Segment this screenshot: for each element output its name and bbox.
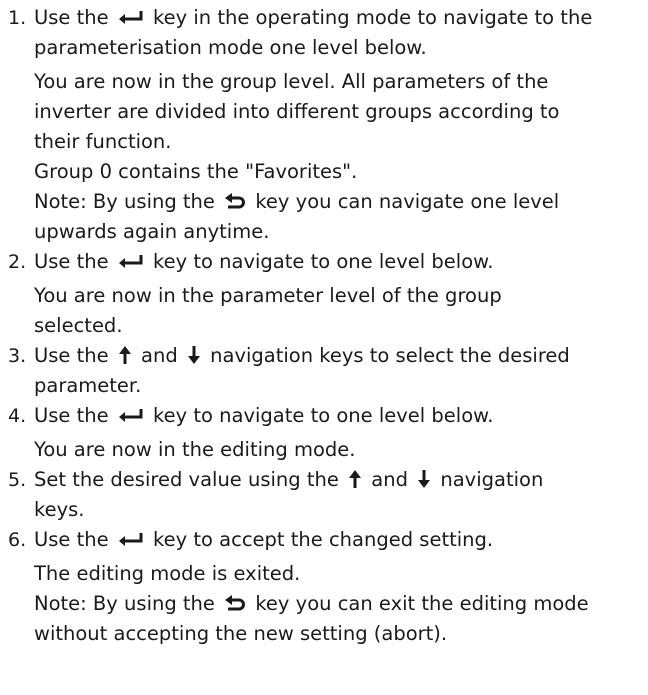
back-icon: [224, 192, 246, 209]
step-detail: You are now in the editing mode.: [8, 435, 640, 465]
back-icon: [224, 594, 246, 611]
up-arrow-icon: [348, 469, 362, 488]
step-detail: You are now in the group level. All para…: [8, 67, 640, 157]
step-text: parameter.: [34, 374, 142, 397]
detail-text: selected.: [34, 314, 123, 337]
step-detail: The editing mode is exited.: [8, 559, 640, 589]
step-text: and: [141, 344, 178, 367]
step-number: 1.: [8, 7, 27, 29]
down-arrow-icon: [187, 345, 201, 364]
step-text: Use the: [34, 344, 109, 367]
enter-icon: [118, 10, 144, 24]
detail-text: Group 0 contains the "Favorites".: [34, 160, 358, 183]
step-detail: You are now in the parameter level of th…: [8, 281, 640, 341]
step-text: Use the: [34, 250, 109, 273]
down-arrow-icon: [417, 469, 431, 488]
step-text: key to navigate to one level below.: [153, 250, 494, 273]
step-text: key in the operating mode to navigate to…: [153, 6, 593, 29]
step-note: Note: By using the key you can navigate …: [8, 187, 640, 247]
enter-icon: [118, 532, 144, 546]
step-text: key to navigate to one level below.: [153, 404, 494, 427]
step-6: 6. Use the key to accept the changed set…: [8, 525, 640, 555]
step-text: navigation keys to select the desired: [210, 344, 570, 367]
step-text: navigation: [440, 468, 544, 491]
step-text: keys.: [34, 498, 85, 521]
step-number: 4.: [8, 405, 27, 427]
detail-text: The editing mode is exited.: [34, 562, 301, 585]
up-arrow-icon: [118, 345, 132, 364]
step-text: Use the: [34, 528, 109, 551]
note-text: key you can exit the editing mode: [255, 592, 589, 615]
detail-text: their function.: [34, 130, 172, 153]
step-3: 3. Use the and navigation keys to select…: [8, 341, 640, 401]
enter-icon: [118, 254, 144, 268]
step-1: 1. Use the key in the operating mode to …: [8, 3, 640, 63]
step-2: 2. Use the key to navigate to one level …: [8, 247, 640, 277]
detail-text: inverter are divided into different grou…: [34, 100, 560, 123]
step-5: 5. Set the desired value using the and n…: [8, 465, 640, 525]
step-number: 2.: [8, 251, 27, 273]
note-text: Note: By using the: [34, 190, 215, 213]
detail-text: You are now in the group level. All para…: [34, 70, 549, 93]
enter-icon: [118, 408, 144, 422]
step-number: 3.: [8, 345, 27, 367]
step-text: and: [371, 468, 408, 491]
note-text: key you can navigate one level: [255, 190, 560, 213]
step-text: Use the: [34, 404, 109, 427]
step-text: key to accept the changed setting.: [153, 528, 494, 551]
note-text: Note: By using the: [34, 592, 215, 615]
step-detail: Group 0 contains the "Favorites".: [8, 157, 640, 187]
instruction-list: 1. Use the key in the operating mode to …: [0, 0, 640, 649]
step-number: 6.: [8, 529, 27, 551]
step-4: 4. Use the key to navigate to one level …: [8, 401, 640, 431]
note-text: upwards again anytime.: [34, 220, 270, 243]
step-text: Use the: [34, 6, 109, 29]
step-number: 5.: [8, 469, 27, 491]
detail-text: You are now in the parameter level of th…: [34, 284, 502, 307]
detail-text: You are now in the editing mode.: [34, 438, 356, 461]
note-text: without accepting the new setting (abort…: [34, 622, 448, 645]
step-text: Set the desired value using the: [34, 468, 339, 491]
step-text: parameterisation mode one level below.: [34, 36, 427, 59]
step-note: Note: By using the key you can exit the …: [8, 589, 640, 649]
